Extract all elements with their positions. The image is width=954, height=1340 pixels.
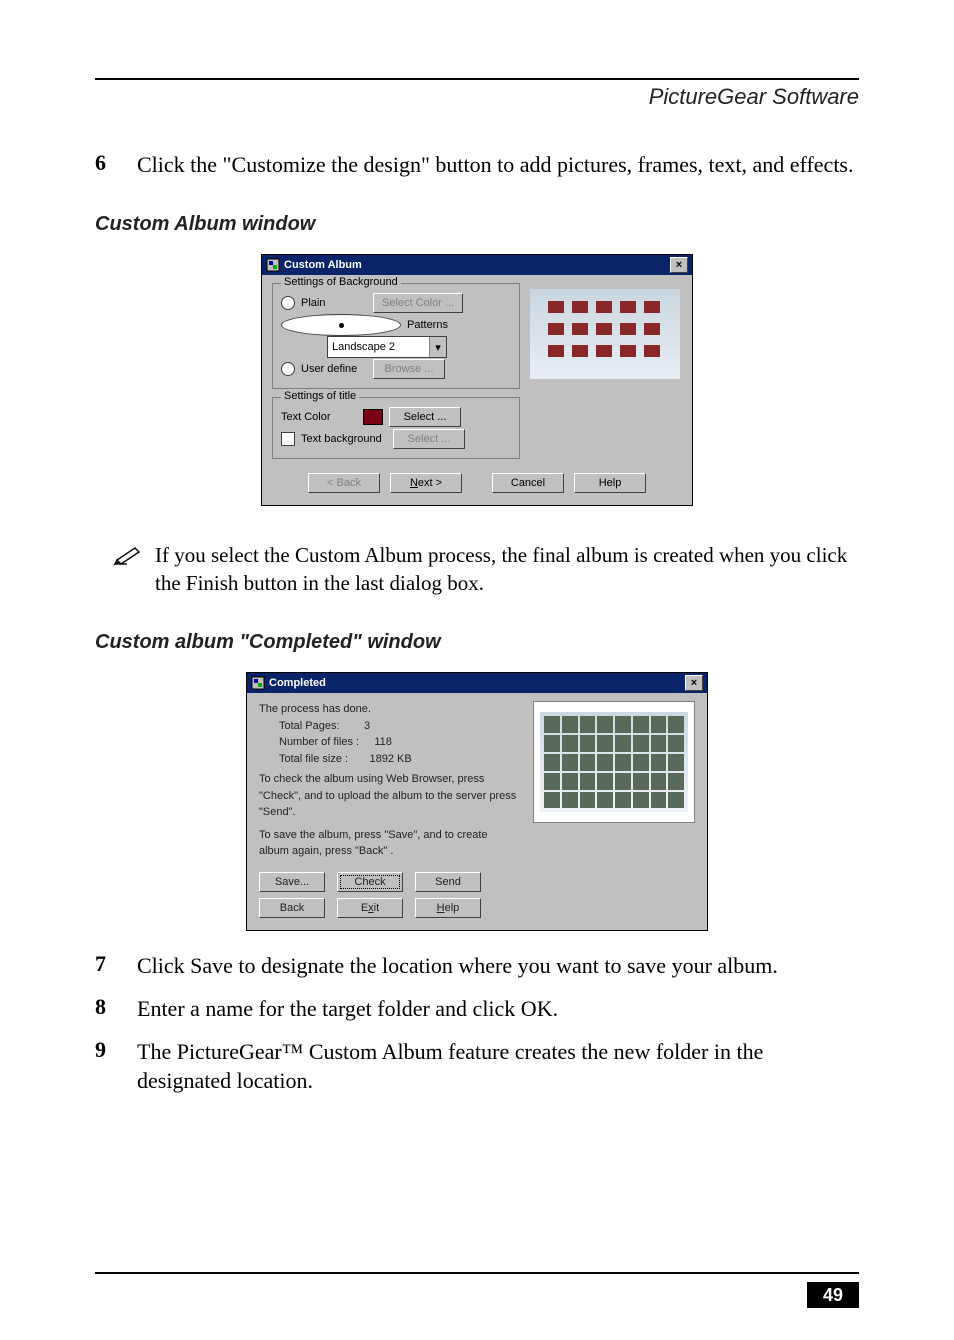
- process-done-text: The process has done.: [259, 701, 519, 718]
- step-text: The PictureGear™ Custom Album feature cr…: [137, 1037, 859, 1095]
- page-number: 49: [807, 1282, 859, 1308]
- save-button[interactable]: Save...: [259, 872, 325, 892]
- step-text: Click the "Customize the design" button …: [137, 150, 854, 179]
- page-body: 6 Click the "Customize the design" butto…: [95, 150, 859, 1109]
- note-icon: [113, 542, 143, 566]
- header-rule: [95, 78, 859, 80]
- group-title: Settings of title: [281, 390, 359, 402]
- group-title: Settings of Background: [281, 276, 401, 288]
- label-text-color: Text Color: [281, 411, 355, 423]
- total-pages-value: 3: [364, 720, 370, 732]
- total-pages-label: Total Pages:: [279, 720, 340, 732]
- completed-paragraph-2: To save the album, press "Save", and to …: [259, 827, 519, 860]
- heading-completed-window: Custom album "Completed" window: [95, 631, 859, 654]
- row-patterns[interactable]: Patterns: [281, 314, 511, 336]
- select-color-button[interactable]: Select Color ...: [373, 293, 463, 313]
- group-settings-of-title: Settings of title Text Color Select ... …: [272, 397, 520, 459]
- close-icon[interactable]: ×: [670, 257, 688, 273]
- titlebar: Custom Album ×: [262, 255, 692, 275]
- step-number: 6: [95, 150, 115, 179]
- back-button[interactable]: < Back: [308, 473, 380, 493]
- preview-panel: [530, 275, 692, 463]
- titlebar-text: Completed: [269, 677, 326, 689]
- screenshot-custom-album: Custom Album × Settings of Background Pl…: [95, 254, 859, 506]
- app-icon: [266, 258, 280, 272]
- note-text: If you select the Custom Album process, …: [155, 542, 859, 597]
- label-plain: Plain: [301, 297, 373, 309]
- num-files-value: 118: [374, 736, 392, 748]
- dialog-completed: Completed × The process has done. Total …: [246, 672, 708, 931]
- pattern-dropdown-value: Landscape 2: [332, 341, 395, 353]
- help-button[interactable]: Help: [415, 898, 481, 918]
- screenshot-completed: Completed × The process has done. Total …: [95, 672, 859, 931]
- step-text: Enter a name for the target folder and c…: [137, 994, 558, 1023]
- titlebar: Completed ×: [247, 673, 707, 693]
- label-patterns: Patterns: [407, 319, 448, 331]
- completed-button-row-1: Save... Check Send: [259, 872, 519, 892]
- row-plain[interactable]: Plain Select Color ...: [281, 292, 511, 314]
- footer-rule: [95, 1272, 859, 1274]
- radio-user-define[interactable]: [281, 362, 295, 376]
- group-settings-of-background: Settings of Background Plain Select Colo…: [272, 283, 520, 389]
- select-text-color-button[interactable]: Select ...: [389, 407, 461, 427]
- wizard-button-row: < Back Next > Cancel Help: [262, 463, 692, 505]
- step-text: Click Save to designate the location whe…: [137, 951, 778, 980]
- step-number: 8: [95, 994, 115, 1023]
- text-color-swatch: [363, 409, 383, 425]
- page: PictureGear Software 6 Click the "Custom…: [0, 0, 954, 1340]
- select-text-bg-button[interactable]: Select ...: [393, 429, 465, 449]
- radio-plain[interactable]: [281, 296, 295, 310]
- num-files-label: Number of files :: [279, 736, 359, 748]
- row-text-color: Text Color Select ...: [281, 406, 511, 428]
- heading-custom-album-window: Custom Album window: [95, 213, 859, 236]
- total-size-label: Total file size :: [279, 753, 348, 765]
- step-8: 8 Enter a name for the target folder and…: [95, 994, 859, 1023]
- header-section-title: PictureGear Software: [649, 84, 859, 110]
- checkbox-text-background[interactable]: [281, 432, 295, 446]
- step-9: 9 The PictureGear™ Custom Album feature …: [95, 1037, 859, 1095]
- step-number: 7: [95, 951, 115, 980]
- completed-preview-panel: [533, 701, 695, 918]
- help-button[interactable]: Help: [574, 473, 646, 493]
- send-button[interactable]: Send: [415, 872, 481, 892]
- thumbnail-grid: [540, 712, 688, 812]
- back-button[interactable]: Back: [259, 898, 325, 918]
- label-user-define: User define: [301, 363, 373, 375]
- cancel-button[interactable]: Cancel: [492, 473, 564, 493]
- row-text-background[interactable]: Text background Select ...: [281, 428, 511, 450]
- step-7: 7 Click Save to designate the location w…: [95, 951, 859, 980]
- titlebar-text: Custom Album: [284, 259, 362, 271]
- total-size-value: 1892 KB: [370, 753, 412, 765]
- preview-image: [530, 289, 680, 379]
- completed-preview: [533, 701, 695, 823]
- step-number: 9: [95, 1037, 115, 1095]
- label-text-background: Text background: [301, 433, 393, 445]
- step-6: 6 Click the "Customize the design" butto…: [95, 150, 859, 179]
- note: If you select the Custom Album process, …: [95, 542, 859, 597]
- exit-button[interactable]: Exit: [337, 898, 403, 918]
- completed-left-panel: The process has done. Total Pages: 3 Num…: [259, 701, 519, 918]
- close-icon[interactable]: ×: [685, 675, 703, 691]
- radio-patterns[interactable]: [281, 314, 401, 336]
- dialog-custom-album: Custom Album × Settings of Background Pl…: [261, 254, 693, 506]
- completed-paragraph-1: To check the album using Web Browser, pr…: [259, 771, 519, 821]
- chevron-down-icon[interactable]: ▾: [429, 337, 446, 357]
- browse-button[interactable]: Browse ...: [373, 359, 445, 379]
- app-icon: [251, 676, 265, 690]
- next-button[interactable]: Next >: [390, 473, 462, 493]
- check-button[interactable]: Check: [337, 872, 403, 892]
- row-pattern-select: Landscape 2 ▾: [281, 336, 511, 358]
- completed-button-row-2: Back Exit Help: [259, 898, 519, 918]
- pattern-dropdown[interactable]: Landscape 2 ▾: [327, 336, 447, 358]
- row-user-define[interactable]: User define Browse ...: [281, 358, 511, 380]
